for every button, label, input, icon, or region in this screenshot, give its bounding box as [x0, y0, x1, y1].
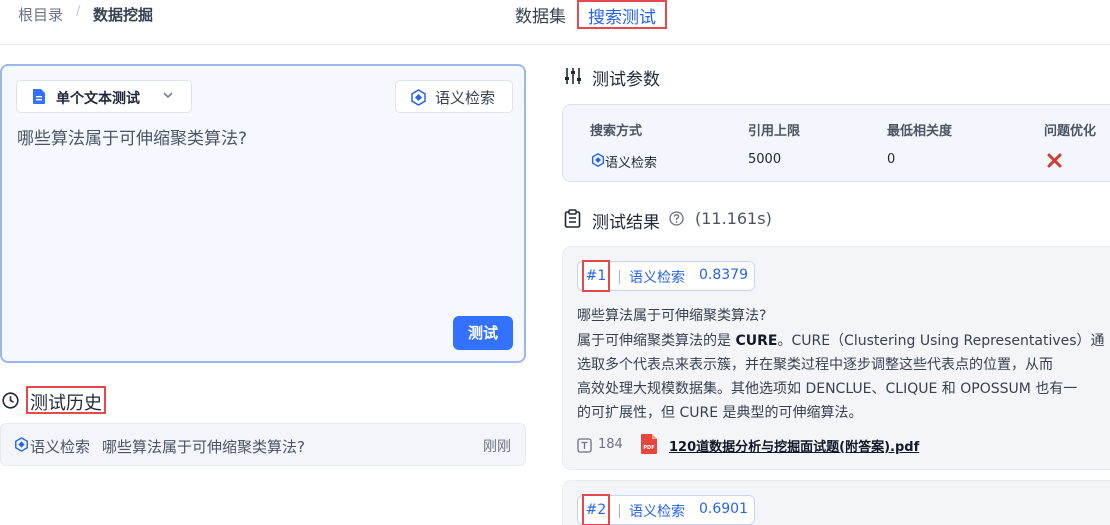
breadcrumb-separator: / [76, 4, 81, 19]
result-mode: 语义检索 [629, 504, 685, 520]
history-item-mode: 语义检索 [30, 438, 91, 456]
param-header-relevance: 最低相关度 [887, 124, 953, 139]
tab-search-test[interactable]: 搜索测试 [577, 0, 667, 29]
text-chunk-icon [577, 438, 592, 453]
result-mode: 语义检索 [629, 270, 685, 286]
param-value-mode: 语义检索 [605, 156, 658, 171]
document-icon [33, 89, 45, 104]
clock-icon [2, 392, 19, 409]
query-textarea[interactable]: 哪些算法属于可伸缩聚类算法? [17, 124, 247, 149]
param-value-limit: 5000 [748, 152, 782, 167]
sliders-icon [565, 68, 581, 84]
clipboard-icon [564, 209, 581, 228]
result-text-line: 选取多个代表点来表示簇，并在聚类过程中逐步调整这些代表点的位置，从而 [577, 357, 1053, 373]
param-value-relevance: 0 [887, 152, 896, 167]
result-rank: #1 [582, 260, 610, 292]
source-file-link[interactable]: 120道数据分析与挖掘面试题(附答案).pdf [669, 436, 919, 455]
chunk-count: 184 [598, 437, 623, 452]
params-title: 测试参数 [592, 70, 660, 90]
result-score: 0.6901 [699, 501, 748, 517]
result-rank: #2 [582, 494, 610, 525]
param-header-mode: 搜索方式 [590, 124, 643, 139]
semantic-search-icon [15, 437, 28, 452]
top-header: 根目录 / 数据挖掘 数据集 搜索测试 [0, 0, 1110, 45]
close-icon [1047, 153, 1062, 168]
tab-dataset[interactable]: 数据集 [515, 2, 566, 27]
result-text-line: 属于可伸缩聚类算法的是 CURE。CURE（Clustering Using R… [577, 330, 1105, 350]
param-header-optimize: 问题优化 [1044, 124, 1097, 139]
results-time: (11.161s) [695, 209, 772, 228]
history-item[interactable]: 语义检索 哪些算法属于可伸缩聚类算法? 刚刚 [0, 423, 526, 466]
history-item-query: 哪些算法属于可伸缩聚类算法? [102, 438, 305, 456]
result-text-fragment: 。CURE（Clustering Using Representatives）通 [777, 333, 1105, 349]
result-text-line: 高效处理大规模数据集。其他选项如 DENCLUE、CLIQUE 和 OPOSSU… [577, 381, 1078, 397]
semantic-search-icon [411, 89, 426, 106]
result-card[interactable]: #1 语义检索 0.8379 哪些算法属于可伸缩聚类算法? 属于可伸缩聚类算法的… [562, 246, 1110, 470]
pill-divider [619, 504, 620, 518]
pdf-icon: PDF [641, 434, 657, 454]
search-mode-button[interactable]: 语义检索 [395, 80, 513, 113]
result-text-fragment: 属于可伸缩聚类算法的是 [577, 333, 736, 349]
param-header-limit: 引用上限 [748, 124, 801, 139]
breadcrumb-current: 数据挖掘 [93, 6, 154, 24]
breadcrumb-root[interactable]: 根目录 [18, 4, 63, 25]
test-input-panel[interactable]: 单个文本测试 语义检索 哪些算法属于可伸缩聚类算法? 测试 [0, 64, 526, 363]
result-text-line: 的可扩展性，但 CURE 是典型的可伸缩算法。 [577, 405, 863, 421]
results-title: 测试结果 [592, 213, 660, 233]
test-mode-select[interactable]: 单个文本测试 [16, 80, 192, 113]
svg-text:PDF: PDF [643, 445, 654, 451]
chevron-down-icon [163, 92, 173, 99]
history-title: 测试历史 [26, 386, 106, 414]
run-test-button[interactable]: 测试 [453, 316, 513, 350]
result-score-pill: #2 语义检索 0.6901 [577, 494, 755, 525]
pill-divider [619, 270, 620, 284]
result-text-bold: CURE [735, 333, 778, 349]
result-score-pill: #1 语义检索 0.8379 [577, 260, 755, 292]
result-card[interactable]: #2 语义检索 0.6901 [562, 480, 1110, 525]
semantic-search-icon [591, 153, 605, 167]
result-score: 0.8379 [699, 267, 748, 283]
history-item-time: 刚刚 [483, 439, 511, 455]
search-mode-label: 语义检索 [435, 89, 496, 107]
test-mode-label: 单个文本测试 [56, 91, 140, 107]
result-text-line: 哪些算法属于可伸缩聚类算法? [577, 308, 767, 324]
params-table: 搜索方式 引用上限 最低相关度 问题优化 语义检索 5000 0 [562, 104, 1110, 182]
help-icon[interactable] [669, 211, 684, 226]
